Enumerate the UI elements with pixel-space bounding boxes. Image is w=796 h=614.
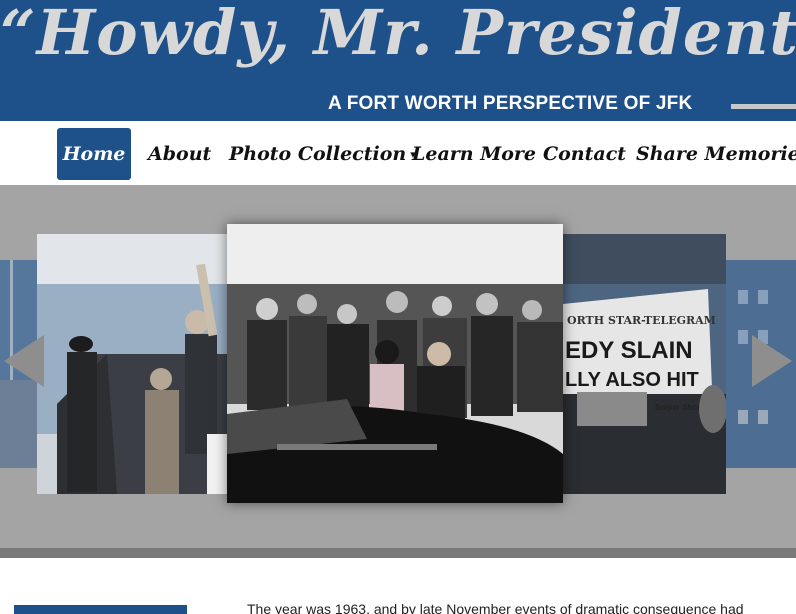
site-subtitle: A FORT WORTH PERSPECTIVE OF JFK [328, 93, 693, 114]
main-content: The year was 1963, and by late November … [0, 558, 796, 614]
nav-learn-more[interactable]: Learn More [412, 128, 536, 180]
sidebar-accent-block [14, 605, 187, 614]
nav-about[interactable]: About [148, 128, 211, 180]
carousel-photo-motorcade[interactable] [227, 224, 563, 503]
main-nav: Home About Photo Collection ▾ Learn More … [0, 121, 796, 185]
carousel-bottom-bar [0, 548, 796, 558]
newspaper-masthead: ORTH STAR-TELEGRAM [567, 314, 716, 327]
subtitle-rule [731, 104, 796, 109]
nav-photo-collection-label: Photo Collection [229, 143, 407, 165]
site-title: “Howdy, Mr. President!” [0, 0, 796, 69]
carousel-photo-newspaper[interactable]: ORTH STAR-TELEGRAM EDY SLAIN LLY ALSO HI… [563, 234, 726, 494]
carousel-next-button[interactable] [752, 335, 792, 387]
newspaper-subheadline: LLY ALSO HIT [565, 369, 699, 391]
nav-photo-collection[interactable]: Photo Collection ▾ [229, 128, 416, 180]
nav-share-memories[interactable]: Share Memories [636, 128, 796, 180]
site-header-banner: “Howdy, Mr. President!” A FORT WORTH PER… [0, 0, 796, 121]
carousel-photo-airplane[interactable] [37, 234, 227, 494]
carousel-prev-button[interactable] [4, 335, 44, 387]
intro-paragraph: The year was 1963, and by late November … [247, 601, 744, 614]
nav-home[interactable]: Home [57, 128, 131, 180]
photo-carousel: ORTH STAR-TELEGRAM EDY SLAIN LLY ALSO HI… [0, 185, 796, 558]
nav-contact[interactable]: Contact [543, 128, 626, 180]
newspaper-headline: EDY SLAIN [565, 337, 693, 364]
